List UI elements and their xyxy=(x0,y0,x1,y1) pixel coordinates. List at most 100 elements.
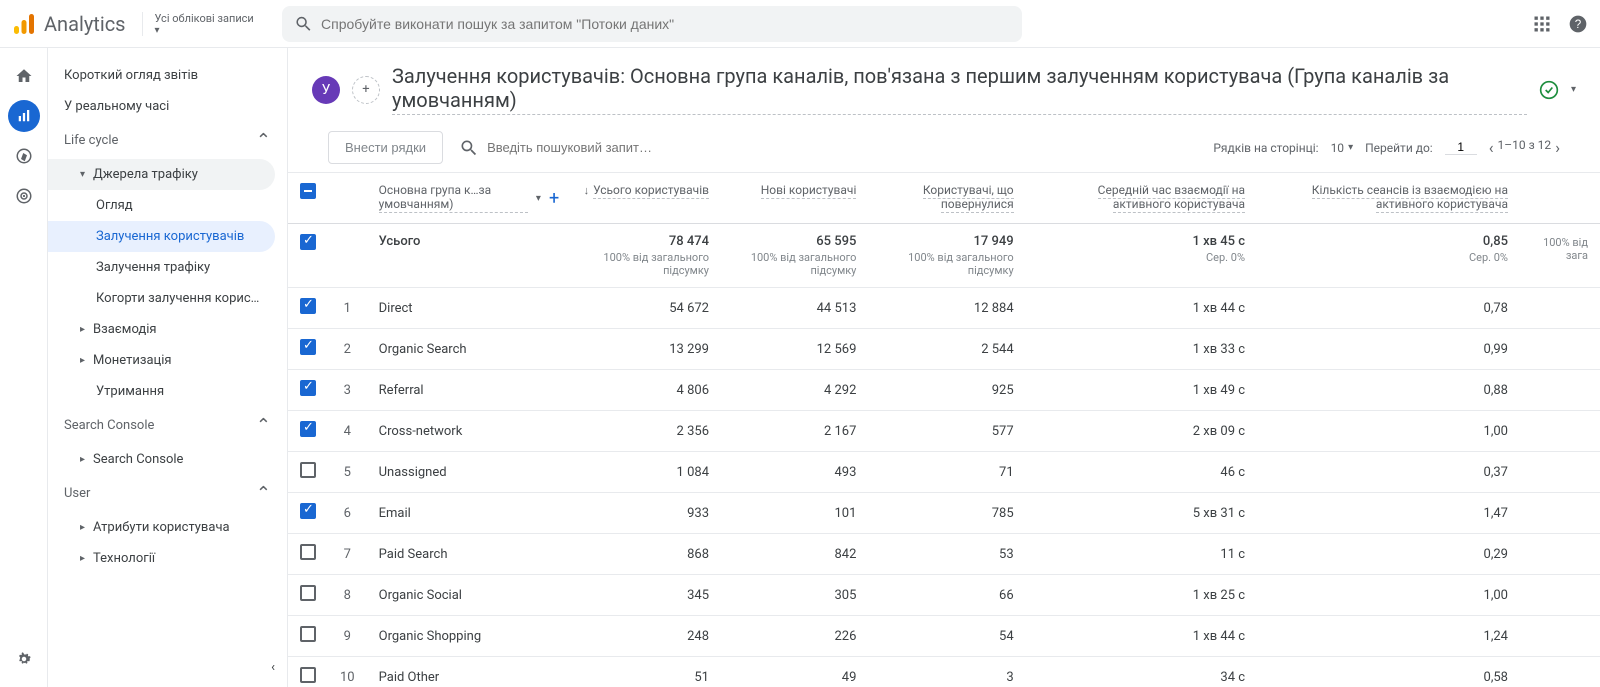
logo[interactable]: Analytics xyxy=(12,12,126,36)
table-row: 7 Paid Search 868 842 53 11 с 0,29 xyxy=(288,534,1600,575)
sidebar-item-realtime[interactable]: У реальному часі xyxy=(48,91,287,122)
row-checkbox[interactable] xyxy=(300,298,316,314)
row-dimension[interactable]: Direct xyxy=(367,288,572,329)
row-dimension[interactable]: Paid Search xyxy=(367,534,572,575)
cell-new-users: 12 569 xyxy=(721,329,868,370)
sidebar-section-search-console[interactable]: Search Console⌃ xyxy=(48,407,287,444)
col-avg-engagement[interactable]: Середній час взаємодії на активного кори… xyxy=(1098,183,1245,213)
rail-reports[interactable] xyxy=(8,100,40,132)
cell-avg-engagement: 5 хв 31 с xyxy=(1026,493,1257,534)
col-dimension[interactable]: Основна група к…за умовчанням) xyxy=(379,183,528,213)
row-dimension[interactable]: Unassigned xyxy=(367,452,572,493)
row-checkbox[interactable] xyxy=(300,380,316,396)
chevron-down-icon[interactable]: ▾ xyxy=(536,193,541,204)
cell-sessions-per-user: 1,47 xyxy=(1257,493,1520,534)
row-index: 5 xyxy=(328,452,367,493)
sidebar-item-traffic-sources[interactable]: ▾Джерела трафіку xyxy=(48,159,275,190)
row-dimension[interactable]: Organic Search xyxy=(367,329,572,370)
table-search-input[interactable] xyxy=(487,140,663,155)
add-rows-button[interactable]: Внести рядки xyxy=(328,131,443,164)
row-dimension[interactable]: Referral xyxy=(367,370,572,411)
add-dimension-button[interactable]: + xyxy=(549,188,559,209)
report-badge[interactable]: У xyxy=(312,76,340,104)
caret-right-icon: ▸ xyxy=(80,522,85,533)
cell-avg-engagement: 11 с xyxy=(1026,534,1257,575)
sidebar-item-sub-overview[interactable]: Огляд xyxy=(48,190,287,221)
rail-admin[interactable] xyxy=(8,643,40,675)
row-dimension[interactable]: Organic Social xyxy=(367,575,572,616)
row-dimension[interactable]: Paid Other xyxy=(367,657,572,687)
rail-home[interactable] xyxy=(8,60,40,92)
sidebar-item-retention[interactable]: Утримання xyxy=(48,376,287,407)
row-dimension[interactable]: Cross-network xyxy=(367,411,572,452)
row-checkbox[interactable] xyxy=(300,339,316,355)
cell-sessions-per-user: 1,00 xyxy=(1257,575,1520,616)
chevron-left-icon: ‹ xyxy=(271,660,275,675)
sidebar-item-user-acquisition[interactable]: Залучення користувачів xyxy=(48,221,275,252)
sidebar-item-engagement[interactable]: ▸Взаємодія xyxy=(48,314,287,345)
select-all-checkbox[interactable] xyxy=(300,183,316,199)
sidebar-section-lifecycle[interactable]: Life cycle⌃ xyxy=(48,122,287,159)
col-total-users[interactable]: Усього користувачів xyxy=(593,183,709,199)
sort-desc-icon[interactable]: ↓ xyxy=(584,184,590,197)
row-index: 7 xyxy=(328,534,367,575)
row-checkbox[interactable] xyxy=(300,544,316,560)
sidebar-section-user[interactable]: User⌃ xyxy=(48,475,287,512)
row-checkbox[interactable] xyxy=(300,667,316,683)
status-ok-icon[interactable] xyxy=(1539,80,1559,100)
col-returning-users[interactable]: Користувачі, що повернулися xyxy=(923,183,1014,213)
row-checkbox[interactable] xyxy=(300,503,316,519)
page-range: 1–10 з 12 xyxy=(1498,138,1552,157)
cell-new-users: 4 292 xyxy=(721,370,868,411)
cell-avg-engagement: 34 с xyxy=(1026,657,1257,687)
table-search[interactable] xyxy=(459,138,739,158)
sidebar-item-cohorts[interactable]: Когорти залучення корис… xyxy=(48,283,287,314)
chevron-up-icon: ⌃ xyxy=(256,483,271,504)
sidebar-item-monetization[interactable]: ▸Монетизація xyxy=(48,345,287,376)
cell-sessions-per-user: 0,37 xyxy=(1257,452,1520,493)
row-index: 10 xyxy=(328,657,367,687)
apps-icon[interactable] xyxy=(1532,14,1552,34)
cell-returning-users: 577 xyxy=(868,411,1025,452)
cell-sessions-per-user: 0,99 xyxy=(1257,329,1520,370)
plus-icon: + xyxy=(362,82,369,97)
account-label: Усі облікові записи xyxy=(155,12,254,25)
row-checkbox[interactable] xyxy=(300,421,316,437)
row-checkbox[interactable] xyxy=(300,234,316,250)
add-comparison-button[interactable]: + xyxy=(352,76,380,104)
cell-total-users: 345 xyxy=(571,575,721,616)
row-checkbox[interactable] xyxy=(300,626,316,642)
search-bar[interactable] xyxy=(282,6,1022,42)
cell-returning-users: 53 xyxy=(868,534,1025,575)
rail-explore[interactable] xyxy=(8,140,40,172)
goto-input[interactable] xyxy=(1445,140,1477,155)
cell-avg-engagement: 1 хв 49 с xyxy=(1026,370,1257,411)
rail-advertising[interactable] xyxy=(8,180,40,212)
table-row: 2 Organic Search 13 299 12 569 2 544 1 х… xyxy=(288,329,1600,370)
next-page-button[interactable]: › xyxy=(1555,138,1560,157)
cell-returning-users: 2 544 xyxy=(868,329,1025,370)
chevron-up-icon: ⌃ xyxy=(256,415,271,436)
sidebar-collapse-button[interactable]: ‹ xyxy=(271,660,275,675)
sidebar-item-traffic-acquisition[interactable]: Залучення трафіку xyxy=(48,252,287,283)
account-selector[interactable]: Усі облікові записи ▾ xyxy=(142,12,266,36)
col-sessions-per-user[interactable]: Кількість сеансів із взаємодією на актив… xyxy=(1312,183,1508,213)
sidebar-item-user-attrs[interactable]: ▸Атрибути користувача xyxy=(48,512,287,543)
chevron-down-icon[interactable]: ▾ xyxy=(1571,84,1576,95)
sidebar-item-technology[interactable]: ▸Технології xyxy=(48,543,287,574)
col-new-users[interactable]: Нові користувачі xyxy=(761,183,857,199)
row-dimension[interactable]: Organic Shopping xyxy=(367,616,572,657)
total-row: Усього 78 474100% від загального підсумк… xyxy=(288,224,1600,288)
sidebar-item-overview[interactable]: Короткий огляд звітів xyxy=(48,60,287,91)
row-checkbox[interactable] xyxy=(300,462,316,478)
help-icon[interactable]: ? xyxy=(1568,14,1588,34)
row-dimension[interactable]: Email xyxy=(367,493,572,534)
cell-total-users: 933 xyxy=(571,493,721,534)
search-input[interactable] xyxy=(321,16,1010,32)
sidebar-item-search-console[interactable]: ▸Search Console xyxy=(48,444,287,475)
prev-page-button[interactable]: ‹ xyxy=(1489,138,1494,157)
caret-right-icon: ▸ xyxy=(80,324,85,335)
table-row: 5 Unassigned 1 084 493 71 46 с 0,37 xyxy=(288,452,1600,493)
row-checkbox[interactable] xyxy=(300,585,316,601)
rows-per-page-select[interactable]: 10▾ xyxy=(1331,141,1354,155)
